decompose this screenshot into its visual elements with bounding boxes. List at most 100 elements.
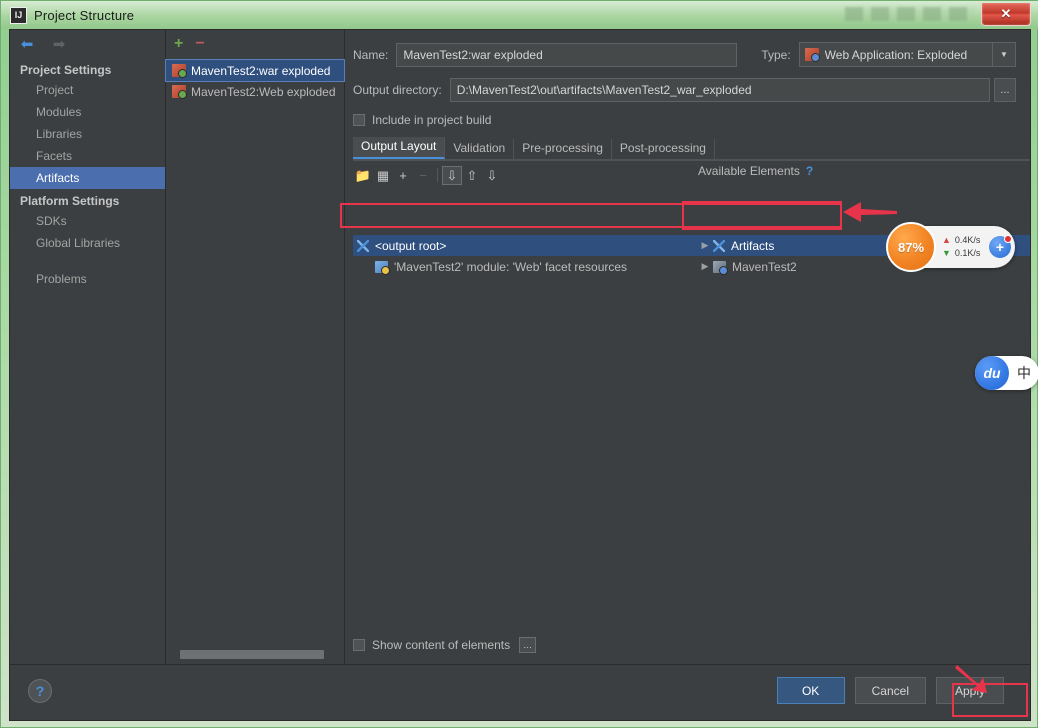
expander-icon[interactable]: ▶ — [697, 240, 713, 251]
artifact-icon — [172, 64, 187, 78]
ime-mode-indicator[interactable]: 中 — [1009, 363, 1038, 383]
available-elements-header: Available Elements ? — [698, 164, 813, 178]
artifact-editor: Name: Type: Web Application: Exploded ▼ … — [345, 30, 1030, 665]
show-content-checkbox[interactable] — [353, 639, 365, 651]
editor-tabs: Output Layout Validation Pre-processing … — [353, 137, 1030, 159]
list-item[interactable]: MavenTest2:war exploded — [165, 59, 345, 82]
network-speed-widget[interactable]: 87% ▲ 0.4K/s ▼ 0.1K/s + — [886, 222, 1015, 272]
arrow-up-icon: ▲ — [942, 235, 951, 245]
tree-row-label: Artifacts — [731, 238, 775, 253]
baidu-ime-logo-icon[interactable]: du — [975, 356, 1009, 390]
module-icon — [713, 260, 728, 275]
download-value: 0.1K/s — [954, 248, 981, 258]
expander-icon[interactable]: ▶ — [697, 261, 713, 272]
ok-button[interactable]: OK — [776, 677, 845, 704]
sidebar-navigation: ⬅ ➡ — [10, 30, 165, 58]
upload-stat: ▲ 0.4K/s — [942, 234, 989, 247]
sort-icon[interactable]: ⇩ — [442, 165, 462, 185]
tree-row[interactable]: 'MavenTest2' module: 'Web' facet resourc… — [353, 256, 697, 277]
close-icon[interactable]: ✕ — [981, 3, 1031, 26]
title-bar: IJ Project Structure ✕ — [1, 1, 1038, 29]
notification-badge — [1004, 235, 1012, 243]
artifact-root-icon — [357, 239, 369, 252]
apply-button[interactable]: Apply — [936, 677, 1004, 704]
available-elements-title: Available Elements — [698, 164, 800, 178]
create-directory-icon[interactable]: 📁 — [353, 166, 373, 185]
include-in-build-checkbox[interactable] — [353, 114, 365, 126]
ime-widget[interactable]: du 中 — [975, 356, 1038, 390]
output-directory-input[interactable] — [449, 78, 990, 102]
output-layout-tree: <output root> 'MavenTest2' module: 'Web'… — [353, 235, 697, 625]
show-content-row: Show content of elements … — [353, 637, 537, 653]
cancel-button[interactable]: Cancel — [854, 677, 926, 704]
tree-row-label: MavenTest2 — [732, 259, 797, 274]
sidebar-item-facets[interactable]: Facets — [10, 145, 165, 167]
output-layout-toolbar: 📁 ▦ + − ⇩ ⇧ ⇩ Available Elements ? — [353, 160, 1030, 187]
type-label: Type: — [761, 47, 791, 62]
window-title: Project Structure — [34, 7, 135, 23]
list-item-label: MavenTest2:Web exploded — [191, 84, 336, 99]
plus-icon[interactable]: + — [174, 36, 183, 52]
sidebar-group-project-settings: Project Settings — [20, 63, 112, 77]
network-stats: ▲ 0.4K/s ▼ 0.1K/s — [936, 234, 989, 260]
cpu-usage-indicator[interactable]: 87% — [886, 222, 936, 272]
sidebar-item-artifacts[interactable]: Artifacts — [10, 167, 165, 189]
minus-icon[interactable]: − — [195, 36, 204, 52]
dialog-button-row: OK Cancel Apply — [776, 677, 1004, 704]
tree-row-label: <output root> — [375, 238, 447, 253]
arrow-left-icon[interactable]: ⬅ — [18, 36, 36, 52]
move-up-icon[interactable]: ⇧ — [462, 166, 482, 185]
artifact-type-select[interactable]: Web Application: Exploded ▼ — [798, 42, 1016, 67]
output-directory-row: Output directory: ... — [353, 78, 1016, 102]
help-button[interactable]: ? — [28, 679, 52, 703]
download-stat: ▼ 0.1K/s — [942, 247, 989, 260]
plus-circle-icon[interactable]: + — [989, 235, 1012, 258]
artifact-list-panel: + − MavenTest2:war exploded MavenTest2:W… — [165, 30, 345, 665]
show-content-label[interactable]: Show content of elements — [372, 638, 510, 652]
aero-window-frame: IJ Project Structure ✕ ⬅ ➡ Project Setti… — [0, 0, 1038, 728]
list-item-label: MavenTest2:war exploded — [191, 63, 331, 78]
tab-validation[interactable]: Validation — [445, 139, 515, 159]
show-content-options-button[interactable]: … — [519, 637, 537, 653]
horizontal-scrollbar[interactable] — [180, 650, 330, 659]
module-facet-icon — [375, 260, 390, 275]
tab-post-processing[interactable]: Post-processing — [611, 139, 715, 159]
name-label: Name: — [353, 47, 389, 62]
remove-element-icon[interactable]: − — [413, 166, 433, 185]
name-row: Name: Type: Web Application: Exploded ▼ — [353, 42, 1016, 67]
include-in-build-label[interactable]: Include in project build — [372, 113, 491, 127]
list-item[interactable]: MavenTest2:Web exploded — [166, 81, 344, 102]
add-element-icon[interactable]: + — [393, 166, 413, 185]
move-down-icon[interactable]: ⇩ — [482, 166, 502, 185]
sidebar-item-modules[interactable]: Modules — [10, 101, 165, 123]
sidebar-item-libraries[interactable]: Libraries — [10, 123, 165, 145]
intellij-idea-icon: IJ — [10, 6, 27, 24]
help-question-icon[interactable]: ? — [806, 164, 813, 178]
name-input[interactable] — [396, 42, 738, 67]
dialog-footer: ? OK Cancel Apply — [10, 664, 1030, 720]
tab-pre-processing[interactable]: Pre-processing — [514, 139, 612, 159]
layout-trees: <output root> 'MavenTest2' module: 'Web'… — [353, 235, 1030, 625]
sidebar-item-project[interactable]: Project — [10, 79, 165, 101]
scrollbar-thumb[interactable] — [180, 650, 324, 659]
artifact-list: MavenTest2:war exploded MavenTest2:Web e… — [165, 58, 345, 102]
sidebar-item-global-libraries[interactable]: Global Libraries — [10, 232, 165, 254]
tab-output-layout[interactable]: Output Layout — [353, 137, 446, 159]
artifacts-icon — [713, 239, 725, 252]
sidebar-item-sdks[interactable]: SDKs — [10, 210, 165, 232]
toolbar-separator — [437, 168, 438, 182]
settings-sidebar: ⬅ ➡ Project Settings Project Modules Lib… — [10, 30, 166, 665]
artifact-list-toolbar: + − — [166, 30, 344, 58]
tree-row[interactable]: <output root> — [353, 235, 697, 256]
arrow-right-icon[interactable]: ➡ — [50, 36, 68, 52]
create-archive-icon[interactable]: ▦ — [373, 166, 393, 185]
chevron-down-icon[interactable]: ▼ — [992, 43, 1015, 66]
sidebar-item-problems[interactable]: Problems — [10, 268, 165, 290]
artifact-icon — [172, 85, 187, 99]
sidebar-group-platform-settings: Platform Settings — [20, 194, 120, 208]
project-structure-dialog: ⬅ ➡ Project Settings Project Modules Lib… — [9, 29, 1031, 721]
browse-button[interactable]: ... — [994, 78, 1016, 102]
include-in-build-row: Include in project build — [353, 113, 1030, 127]
output-directory-label: Output directory: — [353, 83, 442, 97]
sidebar-divider — [10, 254, 165, 268]
